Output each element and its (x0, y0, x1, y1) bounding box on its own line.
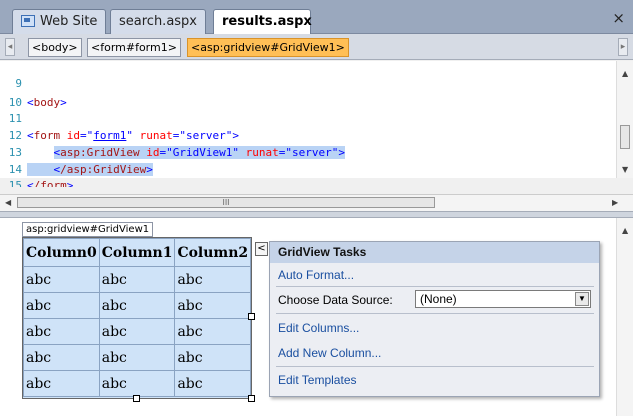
data-source-select[interactable]: (None) ▼ (415, 290, 591, 308)
gridview-tasks-panel: GridView Tasks Auto Format... Choose Dat… (269, 241, 600, 397)
code-line-13: 13 <asp:GridView id="GridView1" runat="s… (8, 146, 345, 159)
table-row: abc abc abc (23, 292, 252, 319)
source-horizontal-scrollbar[interactable]: ◀ III ▶ (0, 194, 633, 211)
control-tag-label: asp:gridview#GridView1 (22, 222, 154, 237)
code-line-15: 15 </form> (8, 179, 74, 187)
resize-handle-right[interactable] (248, 313, 255, 320)
design-scroll-up-icon[interactable]: ▲ (622, 226, 628, 235)
hscroll-thumb[interactable]: III (17, 197, 435, 208)
breadcrumb-left-arrow-icon[interactable]: ◂ (5, 38, 15, 56)
smart-tag-collapse-button[interactable]: < (255, 242, 268, 256)
breadcrumb-right-arrow-icon[interactable]: ▸ (618, 38, 628, 56)
code-line-11: 11 (8, 112, 22, 125)
column-header: Column2 (174, 238, 252, 267)
tab-search-aspx[interactable]: search.aspx (110, 9, 206, 34)
scroll-left-icon[interactable]: ◀ (5, 198, 11, 207)
table-row: abc abc abc (23, 266, 252, 293)
view-splitter[interactable] (0, 211, 633, 218)
column-header: Column0 (23, 238, 100, 267)
divider (276, 366, 594, 367)
code-line-14: 14 </asp:GridView> (8, 163, 153, 176)
scroll-down-icon[interactable]: ▼ (622, 165, 628, 174)
divider (276, 313, 594, 314)
code-line-10: 10 <body> (8, 96, 67, 109)
edit-columns-link[interactable]: Edit Columns... (278, 321, 359, 335)
scroll-right-icon[interactable]: ▶ (612, 198, 618, 207)
breadcrumb-form1[interactable]: <form#form1> (87, 38, 181, 57)
gridview-table: Column0 Column1 Column2 abc abc abc abc abc… (23, 238, 252, 397)
table-row: abc abc abc (23, 344, 252, 371)
tab-results-aspx[interactable]: results.aspx (213, 9, 312, 35)
scroll-thumb[interactable] (620, 125, 630, 149)
add-new-column-link[interactable]: Add New Column... (278, 346, 381, 360)
breadcrumb-body[interactable]: <body> (28, 38, 82, 57)
auto-format-link[interactable]: Auto Format... (278, 268, 354, 282)
design-vertical-scrollbar[interactable]: ▲ (616, 218, 633, 416)
column-header: Column1 (98, 238, 176, 267)
source-editor[interactable]: 9 10 <body> 11 12 <form id="form1" runat="… (0, 61, 633, 187)
close-document-icon[interactable]: × (612, 9, 625, 27)
resize-handle-corner[interactable] (248, 395, 255, 402)
choose-data-source-label: Choose Data Source: (278, 293, 393, 307)
table-row: abc abc abc (23, 318, 252, 345)
code-line-12: 12 <form id="form1" runat="server"> (8, 129, 239, 142)
table-row: abc abc abc (23, 370, 252, 397)
code-line-9: 9 (15, 77, 22, 90)
divider (276, 286, 594, 287)
dropdown-arrow-icon[interactable]: ▼ (575, 292, 589, 306)
tag-breadcrumb-bar: ◂ <body> <form#form1> <asp:gridview#Grid… (0, 34, 633, 60)
tab-web-site[interactable]: Web Site (12, 9, 107, 34)
document-tab-bar: Web Site search.aspx results.aspx × (0, 0, 633, 35)
edit-templates-link[interactable]: Edit Templates (278, 373, 357, 387)
tasks-title: GridView Tasks (278, 245, 367, 259)
breadcrumb-gridview1[interactable]: <asp:gridview#GridView1> (187, 38, 349, 57)
scroll-up-icon[interactable]: ▲ (622, 69, 628, 78)
resize-handle-bottom[interactable] (133, 395, 140, 402)
website-icon (21, 15, 35, 27)
source-vertical-scrollbar[interactable]: ▲ ▼ (616, 61, 633, 178)
gridview-control[interactable]: Column0 Column1 Column2 abc abc abc abc abc… (22, 237, 252, 399)
